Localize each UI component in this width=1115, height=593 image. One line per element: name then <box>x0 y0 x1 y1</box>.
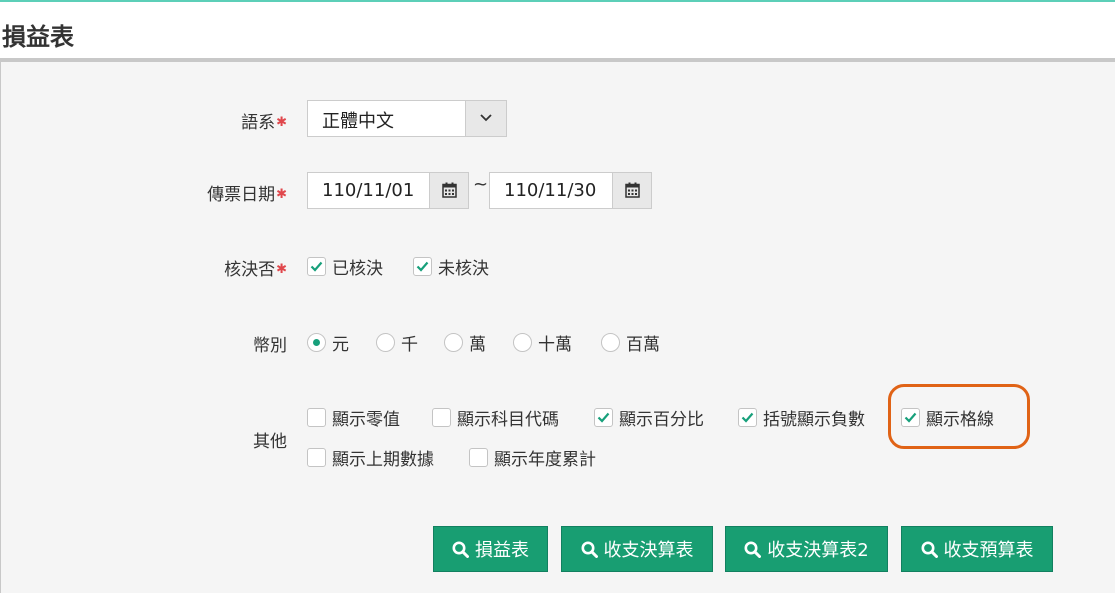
currency-radio-yuan[interactable]: 元 <box>307 330 349 355</box>
form-panel <box>0 62 1115 593</box>
unapproved-checkbox[interactable]: 未核決 <box>413 254 489 279</box>
currency-radio-thousand[interactable]: 千 <box>376 330 418 355</box>
radio-dot <box>313 339 320 346</box>
required-mark: ✱ <box>276 115 287 130</box>
show-ytd-checkbox[interactable]: 顯示年度累計 <box>469 445 596 470</box>
check-icon <box>741 412 754 423</box>
language-dropdown-button[interactable] <box>465 101 506 136</box>
budget-statement-button[interactable]: 收支預算表 <box>901 526 1053 572</box>
start-date-picker-button[interactable] <box>429 173 468 208</box>
radio-button[interactable] <box>601 333 620 352</box>
show-percentage-checkbox[interactable]: 顯示百分比 <box>594 405 704 430</box>
final-accounts-button[interactable]: 收支決算表 <box>561 526 713 572</box>
required-mark: ✱ <box>276 187 287 202</box>
other-label: 其他 <box>253 432 287 452</box>
check-icon <box>416 261 429 272</box>
checkbox-box[interactable] <box>432 408 451 427</box>
start-date-input[interactable] <box>308 173 430 208</box>
check-icon <box>310 261 323 272</box>
search-icon <box>744 541 762 558</box>
approved-checkbox[interactable]: 已核決 <box>307 254 383 279</box>
highlight-annotation <box>888 384 1030 449</box>
language-select-value: 正體中文 <box>322 111 394 132</box>
end-date-field <box>489 172 652 209</box>
checkbox-box[interactable] <box>307 408 326 427</box>
checkbox-box[interactable] <box>307 257 326 276</box>
voucher-date-label: 傳票日期✱ <box>207 185 287 205</box>
checkbox-box[interactable] <box>469 448 488 467</box>
radio-button[interactable] <box>307 333 326 352</box>
show-zero-checkbox[interactable]: 顯示零值 <box>307 405 400 430</box>
approval-label: 核決否✱ <box>224 260 287 280</box>
checkbox-box[interactable] <box>594 408 613 427</box>
currency-radio-hundred-thousand[interactable]: 十萬 <box>513 330 572 355</box>
currency-label: 幣別 <box>253 336 287 356</box>
language-select[interactable]: 正體中文 <box>307 100 507 137</box>
date-range-separator: ~ <box>473 174 489 195</box>
currency-radio-ten-thousand[interactable]: 萬 <box>444 330 486 355</box>
end-date-input[interactable] <box>490 173 613 208</box>
currency-radio-million[interactable]: 百萬 <box>601 330 660 355</box>
radio-button[interactable] <box>513 333 532 352</box>
radio-button[interactable] <box>376 333 395 352</box>
check-icon <box>597 412 610 423</box>
chevron-down-icon <box>480 114 492 122</box>
income-statement-button[interactable]: 損益表 <box>433 526 548 572</box>
checkbox-box[interactable] <box>307 448 326 467</box>
checkbox-box[interactable] <box>413 257 432 276</box>
calendar-icon <box>442 182 457 198</box>
final-accounts-2-button[interactable]: 收支決算表2 <box>725 526 888 572</box>
required-mark: ✱ <box>276 262 287 277</box>
start-date-field <box>307 172 469 209</box>
negative-parentheses-checkbox[interactable]: 括號顯示負數 <box>738 405 865 430</box>
language-label: 語系✱ <box>241 113 287 133</box>
search-icon <box>921 541 938 558</box>
checkbox-box[interactable] <box>738 408 757 427</box>
show-previous-period-checkbox[interactable]: 顯示上期數據 <box>307 445 434 470</box>
search-icon <box>581 541 598 558</box>
search-icon <box>452 541 469 558</box>
calendar-icon <box>625 182 640 198</box>
page-header: 損益表 <box>0 2 1115 59</box>
radio-button[interactable] <box>444 333 463 352</box>
page-title: 損益表 <box>2 23 74 51</box>
show-account-code-checkbox[interactable]: 顯示科目代碼 <box>432 405 559 430</box>
end-date-picker-button[interactable] <box>612 173 651 208</box>
